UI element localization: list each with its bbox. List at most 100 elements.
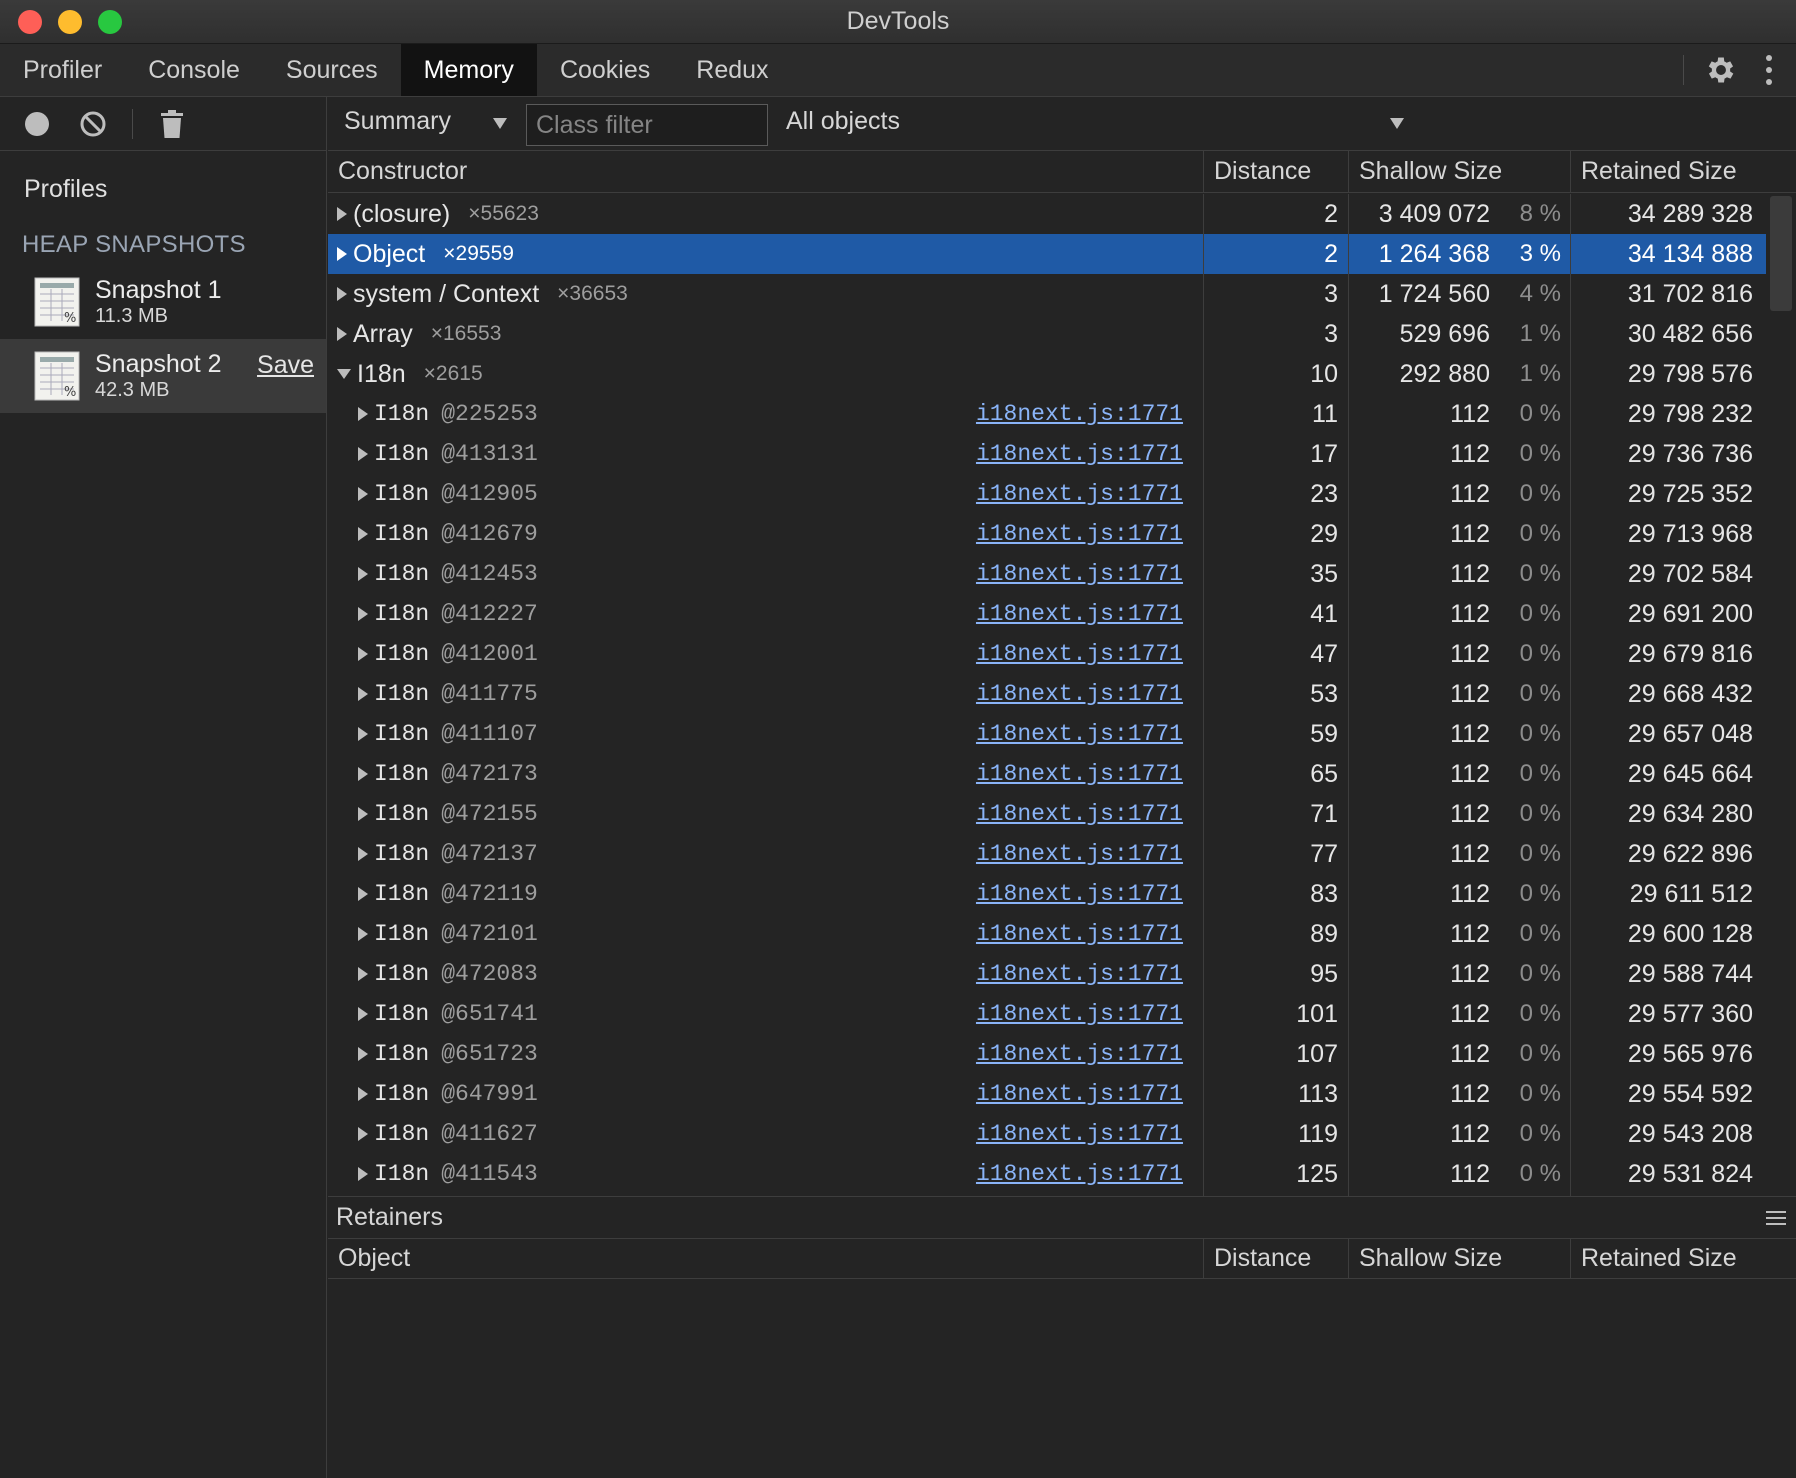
scroll-thumb[interactable] xyxy=(1770,196,1792,311)
table-row[interactable]: I18n @412453 i18next.js:1771 35 112 0 % 29 702… xyxy=(328,554,1796,594)
snapshot-item-selected[interactable]: % Snapshot 2 42.3 MB Save xyxy=(0,339,326,413)
table-row[interactable]: Object ×29559 2 1 264 368 3 % 34 134 88881 % xyxy=(328,234,1796,274)
hamburger-menu-icon[interactable] xyxy=(1766,1211,1786,1225)
minimize-window-button[interactable] xyxy=(58,10,82,34)
expand-right-icon[interactable] xyxy=(337,207,347,221)
table-row[interactable]: I18n @651723 i18next.js:1771 107 112 0 % 29 56… xyxy=(328,1034,1796,1074)
expand-right-icon[interactable] xyxy=(358,1087,368,1101)
record-button[interactable] xyxy=(20,107,54,141)
expand-right-icon[interactable] xyxy=(358,807,368,821)
expand-right-icon[interactable] xyxy=(358,407,368,421)
tab-redux[interactable]: Redux xyxy=(673,44,791,96)
expand-right-icon[interactable] xyxy=(358,487,368,501)
expand-right-icon[interactable] xyxy=(358,527,368,541)
expand-right-icon[interactable] xyxy=(358,447,368,461)
table-row[interactable]: I18n @411775 i18next.js:1771 53 112 0 % 29 668… xyxy=(328,674,1796,714)
kebab-menu-icon[interactable] xyxy=(1764,55,1774,85)
expand-right-icon[interactable] xyxy=(358,567,368,581)
source-link[interactable]: i18next.js:1771 xyxy=(976,841,1183,867)
tab-cookies[interactable]: Cookies xyxy=(537,44,673,96)
close-window-button[interactable] xyxy=(18,10,42,34)
column-retained-size[interactable]: Retained Size xyxy=(1571,151,1796,192)
table-row[interactable]: I18n @411543 i18next.js:1771 125 112 0 % 29 53… xyxy=(328,1154,1796,1194)
snapshot-item[interactable]: % Snapshot 1 11.3 MB xyxy=(0,265,326,339)
source-link[interactable]: i18next.js:1771 xyxy=(976,1001,1183,1027)
source-link[interactable]: i18next.js:1771 xyxy=(976,681,1183,707)
table-row[interactable]: I18n @412227 i18next.js:1771 41 112 0 % 29 691… xyxy=(328,594,1796,634)
source-link[interactable]: i18next.js:1771 xyxy=(976,441,1183,467)
source-link[interactable]: i18next.js:1771 xyxy=(976,521,1183,547)
table-row[interactable]: system / Context ×36653 3 1 724 560 4 % 31 70… xyxy=(328,274,1796,314)
expand-right-icon[interactable] xyxy=(358,647,368,661)
source-link[interactable]: i18next.js:1771 xyxy=(976,481,1183,507)
table-row[interactable]: I18n @411107 i18next.js:1771 59 112 0 % 29 657… xyxy=(328,714,1796,754)
table-row[interactable]: I18n @472083 i18next.js:1771 95 112 0 % 29 588… xyxy=(328,954,1796,994)
table-row[interactable]: I18n @412905 i18next.js:1771 23 112 0 % 29 725… xyxy=(328,474,1796,514)
expand-right-icon[interactable] xyxy=(337,287,347,301)
expand-down-icon[interactable] xyxy=(337,369,351,379)
expand-right-icon[interactable] xyxy=(337,327,347,341)
tab-profiler[interactable]: Profiler xyxy=(0,44,125,96)
source-link[interactable]: i18next.js:1771 xyxy=(976,401,1183,427)
column-distance[interactable]: Distance xyxy=(1204,1239,1349,1278)
table-row[interactable]: I18n ×2615 10 292 880 1 % 29 798 57670 % xyxy=(328,354,1796,394)
column-distance[interactable]: Distance xyxy=(1204,151,1349,192)
table-row[interactable]: I18n @413131 i18next.js:1771 17 112 0 % 29 736… xyxy=(328,434,1796,474)
column-shallow-size[interactable]: Shallow Size xyxy=(1349,151,1571,192)
table-row[interactable]: I18n @472173 i18next.js:1771 65 112 0 % 29 645… xyxy=(328,754,1796,794)
source-link[interactable]: i18next.js:1771 xyxy=(976,721,1183,747)
source-link[interactable]: i18next.js:1771 xyxy=(976,761,1183,787)
gear-icon[interactable] xyxy=(1704,53,1738,87)
expand-right-icon[interactable] xyxy=(358,607,368,621)
source-link[interactable]: i18next.js:1771 xyxy=(976,641,1183,667)
scrollbar[interactable] xyxy=(1766,194,1796,1196)
expand-right-icon[interactable] xyxy=(358,1007,368,1021)
table-row[interactable]: I18n @651741 i18next.js:1771 101 112 0 % 29 57… xyxy=(328,994,1796,1034)
source-link[interactable]: i18next.js:1771 xyxy=(976,1161,1183,1187)
table-row[interactable]: I18n @472101 i18next.js:1771 89 112 0 % 29 600… xyxy=(328,914,1796,954)
table-row[interactable]: I18n @472137 i18next.js:1771 77 112 0 % 29 622… xyxy=(328,834,1796,874)
expand-right-icon[interactable] xyxy=(358,1127,368,1141)
tab-sources[interactable]: Sources xyxy=(263,44,401,96)
expand-right-icon[interactable] xyxy=(337,247,347,261)
expand-right-icon[interactable] xyxy=(358,727,368,741)
tab-console[interactable]: Console xyxy=(125,44,263,96)
table-row[interactable]: I18n @411627 i18next.js:1771 119 112 0 % 29 54… xyxy=(328,1114,1796,1154)
column-object[interactable]: Object xyxy=(328,1239,1204,1278)
table-row[interactable]: I18n @647991 i18next.js:1771 113 112 0 % 29 55… xyxy=(328,1074,1796,1114)
collect-garbage-button[interactable] xyxy=(155,107,189,141)
column-retained-size[interactable]: Retained Size xyxy=(1571,1239,1796,1278)
expand-right-icon[interactable] xyxy=(358,927,368,941)
source-link[interactable]: i18next.js:1771 xyxy=(976,1121,1183,1147)
tab-memory[interactable]: Memory xyxy=(400,44,537,96)
expand-right-icon[interactable] xyxy=(358,1047,368,1061)
table-row[interactable]: Array ×16553 3 529 696 1 % 30 482 65672 % xyxy=(328,314,1796,354)
source-link[interactable]: i18next.js:1771 xyxy=(976,601,1183,627)
source-link[interactable]: i18next.js:1771 xyxy=(976,881,1183,907)
expand-right-icon[interactable] xyxy=(358,967,368,981)
class-filter-input[interactable] xyxy=(526,104,768,146)
expand-right-icon[interactable] xyxy=(358,847,368,861)
table-header: Constructor Distance Shallow Size Retain… xyxy=(328,151,1796,193)
table-row[interactable]: I18n @472119 i18next.js:1771 83 112 0 % 29 611… xyxy=(328,874,1796,914)
source-link[interactable]: i18next.js:1771 xyxy=(976,561,1183,587)
table-row[interactable]: (closure) ×55623 2 3 409 072 8 % 34 289 32881… xyxy=(328,194,1796,234)
expand-right-icon[interactable] xyxy=(358,687,368,701)
source-link[interactable]: i18next.js:1771 xyxy=(976,1081,1183,1107)
column-constructor[interactable]: Constructor xyxy=(328,151,1204,192)
source-link[interactable]: i18next.js:1771 xyxy=(976,801,1183,827)
save-snapshot-link[interactable]: Save xyxy=(257,351,314,380)
expand-right-icon[interactable] xyxy=(358,1167,368,1181)
table-row[interactable]: I18n @472155 i18next.js:1771 71 112 0 % 29 634… xyxy=(328,794,1796,834)
expand-right-icon[interactable] xyxy=(358,767,368,781)
clear-button[interactable] xyxy=(76,107,110,141)
table-row[interactable]: I18n @225253 i18next.js:1771 11 112 0 % 29 798… xyxy=(328,394,1796,434)
table-row[interactable]: I18n @412679 i18next.js:1771 29 112 0 % 29 713… xyxy=(328,514,1796,554)
expand-right-icon[interactable] xyxy=(358,887,368,901)
source-link[interactable]: i18next.js:1771 xyxy=(976,961,1183,987)
source-link[interactable]: i18next.js:1771 xyxy=(976,921,1183,947)
zoom-window-button[interactable] xyxy=(98,10,122,34)
column-shallow-size[interactable]: Shallow Size xyxy=(1349,1239,1571,1278)
table-row[interactable]: I18n @412001 i18next.js:1771 47 112 0 % 29 679… xyxy=(328,634,1796,674)
source-link[interactable]: i18next.js:1771 xyxy=(976,1041,1183,1067)
